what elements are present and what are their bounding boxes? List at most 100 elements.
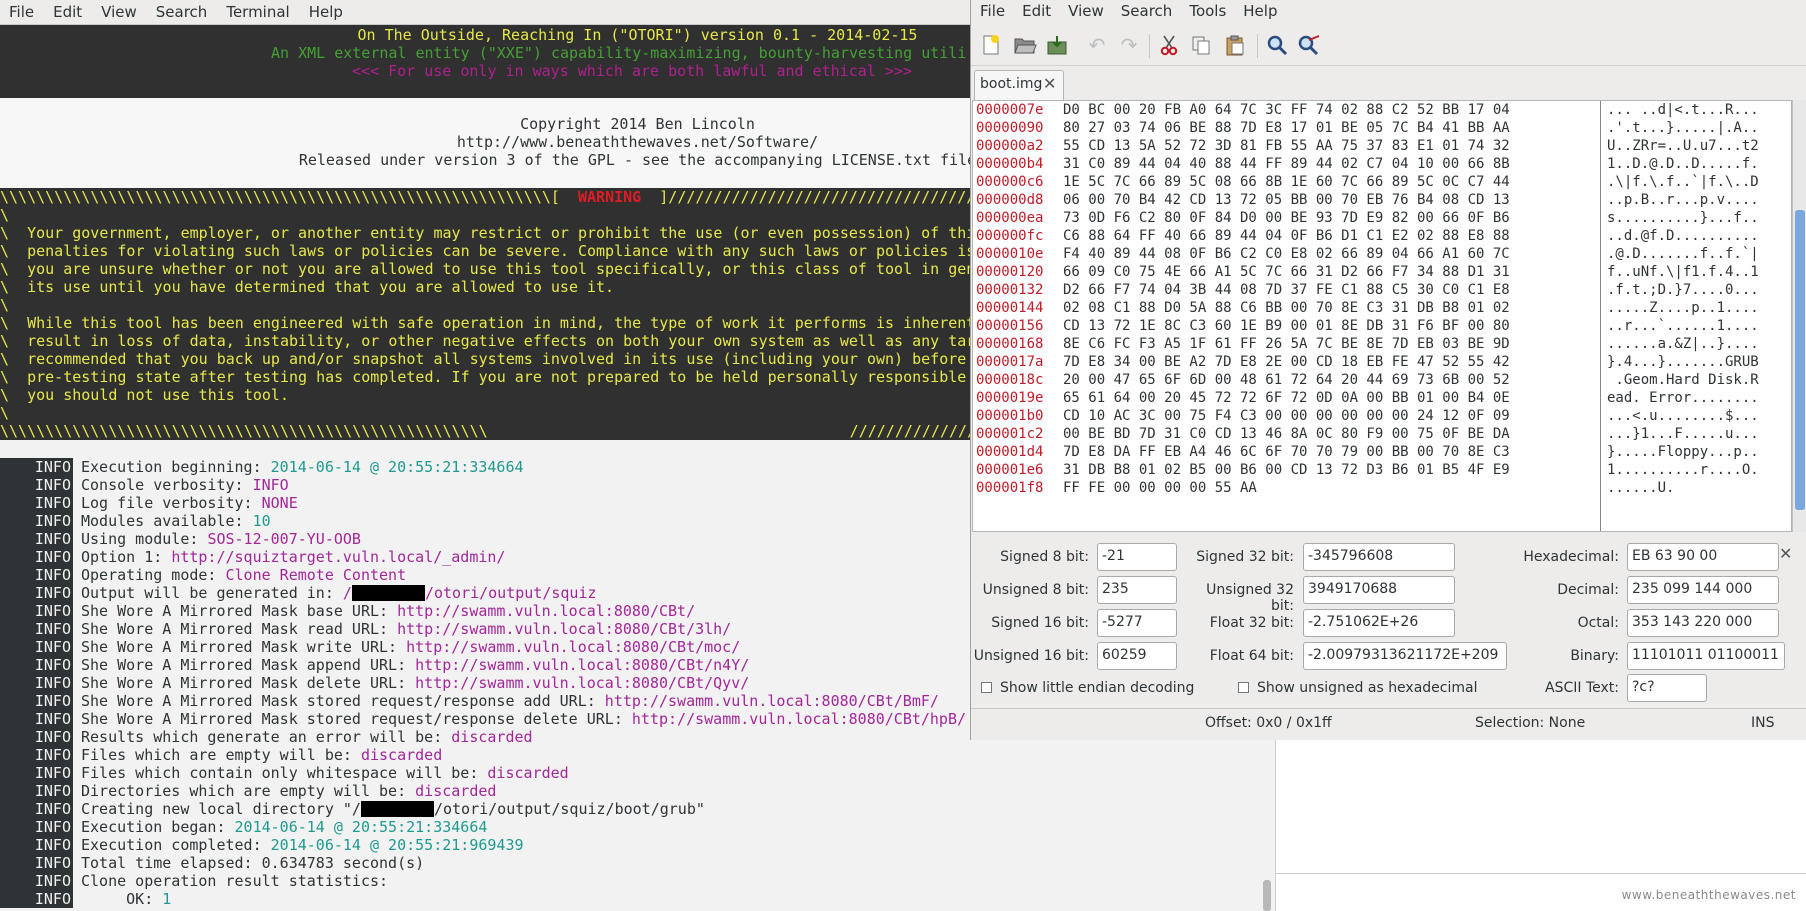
- hex-bytes[interactable]: 8E C6 FC F3 A5 1F 61 FF 26 5A 7C BE 8E 7…: [1063, 335, 1510, 353]
- cut-icon[interactable]: [1155, 31, 1183, 59]
- hex-ascii[interactable]: ......U.: [1607, 479, 1674, 497]
- unsigned16-field[interactable]: 60259: [1097, 642, 1177, 670]
- hex-scrollbar[interactable]: [1792, 100, 1806, 532]
- hex-bytes[interactable]: 55 CD 13 5A 52 72 3D 81 FB 55 AA 75 37 8…: [1063, 137, 1510, 155]
- float64-field[interactable]: -2.00979313621172E+209: [1303, 642, 1507, 670]
- hex-row[interactable]: 000000fc C6 88 64 FF 40 66 89 44 04 0F B6…: [973, 227, 1791, 245]
- hex-ascii[interactable]: }.....Floppy...p..: [1607, 443, 1759, 461]
- hex-row[interactable]: 000001e6 31 DB B8 01 02 B5 00 B6 00 CD 13…: [973, 461, 1791, 479]
- hex-ascii[interactable]: f..uNf.\|f1.f.4..1: [1607, 263, 1759, 281]
- hex-ascii[interactable]: s..........}...f..: [1607, 209, 1759, 227]
- signed16-field[interactable]: -5277: [1097, 609, 1177, 637]
- octal-field[interactable]: 353 143 220 000: [1627, 609, 1779, 637]
- hex-field[interactable]: EB 63 90 00: [1627, 543, 1779, 571]
- new-file-icon[interactable]: [977, 31, 1005, 59]
- hex-row[interactable]: 00000090 80 27 03 74 06 BE 88 7D E8 17 01…: [973, 119, 1791, 137]
- hex-row[interactable]: 000000ea 73 0D F6 C2 80 0F 84 D0 00 BE 93…: [973, 209, 1791, 227]
- hex-bytes[interactable]: 31 DB B8 01 02 B5 00 B6 00 CD 13 72 D3 B…: [1063, 461, 1510, 479]
- hex-bytes[interactable]: 7D E8 34 00 BE A2 7D E8 2E 00 CD 18 EB F…: [1063, 353, 1510, 371]
- hex-bytes[interactable]: 73 0D F6 C2 80 0F 84 D0 00 BE 93 7D E9 8…: [1063, 209, 1510, 227]
- hex-row[interactable]: 000001c2 00 BE BD 7D 31 C0 CD 13 46 8A 0C…: [973, 425, 1791, 443]
- close-icon[interactable]: ✕: [1043, 74, 1056, 93]
- hex-bytes[interactable]: 66 09 C0 75 4E 66 A1 5C 7C 66 31 D2 66 F…: [1063, 263, 1510, 281]
- undo-icon[interactable]: ↶: [1083, 31, 1111, 59]
- hex-ascii[interactable]: ..p.B..r...p.v....: [1607, 191, 1759, 209]
- hex-bytes[interactable]: 65 61 64 00 20 45 72 72 6F 72 0D 0A 00 B…: [1063, 389, 1510, 407]
- unsigned8-field[interactable]: 235: [1097, 576, 1177, 604]
- hex-bytes[interactable]: F4 40 89 44 08 0F B6 C2 C0 E8 02 66 89 0…: [1063, 245, 1510, 263]
- hex-ascii[interactable]: .Geom.Hard Disk.R: [1607, 371, 1758, 389]
- terminal-scrollbar[interactable]: [1263, 880, 1271, 911]
- hex-ascii[interactable]: ... ..d|<.t...R...: [1607, 101, 1759, 119]
- signed8-field[interactable]: -21: [1097, 543, 1177, 571]
- hex-row[interactable]: 0000010e F4 40 89 44 08 0F B6 C2 C0 E8 02…: [973, 245, 1791, 263]
- hex-scrollbar-thumb[interactable]: [1795, 210, 1805, 510]
- hex-bytes[interactable]: D0 BC 00 20 FB A0 64 7C 3C FF 74 02 88 C…: [1063, 101, 1510, 119]
- hex-bytes[interactable]: 1E 5C 7C 66 89 5C 08 66 8B 1E 60 7C 66 8…: [1063, 173, 1510, 191]
- hex-row[interactable]: 000000c6 1E 5C 7C 66 89 5C 08 66 8B 1E 60…: [973, 173, 1791, 191]
- hex-menu-tools[interactable]: Tools: [1180, 0, 1234, 24]
- hex-row[interactable]: 00000144 02 08 C1 88 D0 5A 88 C6 BB 00 70…: [973, 299, 1791, 317]
- hex-bytes[interactable]: FF FE 00 00 00 00 55 AA: [1063, 479, 1257, 497]
- hex-row[interactable]: 000001f8 FF FE 00 00 00 00 55 AA ......U.: [973, 479, 1791, 497]
- close-icon[interactable]: ✕: [1779, 544, 1792, 563]
- hex-ascii[interactable]: ...}1...F.....u...: [1607, 425, 1759, 443]
- hex-bytes[interactable]: 00 BE BD 7D 31 C0 CD 13 46 8A 0C 80 F9 0…: [1063, 425, 1510, 443]
- hex-row[interactable]: 0000018c 20 00 47 65 6F 6D 00 48 61 72 64…: [973, 371, 1791, 389]
- hex-ascii[interactable]: 1..D.@.D..D.....f.: [1607, 155, 1759, 173]
- hex-ascii[interactable]: }.4...}.......GRUB: [1607, 353, 1759, 371]
- hex-menu-search[interactable]: Search: [1112, 0, 1181, 24]
- hex-ascii[interactable]: .'.t...}.....|.A..: [1607, 119, 1759, 137]
- hex-menu-view[interactable]: View: [1059, 0, 1112, 24]
- hex-bytes[interactable]: D2 66 F7 74 04 3B 44 08 7D 37 FE C1 88 C…: [1063, 281, 1510, 299]
- copy-icon[interactable]: [1187, 31, 1215, 59]
- hex-row[interactable]: 0000019e 65 61 64 00 20 45 72 72 6F 72 0D…: [973, 389, 1791, 407]
- hex-row[interactable]: 000001b0 CD 10 AC 3C 00 75 F4 C3 00 00 00…: [973, 407, 1791, 425]
- hex-bytes[interactable]: CD 13 72 1E 8C C3 60 1E B9 00 01 8E DB 3…: [1063, 317, 1510, 335]
- terminal-menu-file[interactable]: File: [0, 0, 44, 25]
- hex-ascii[interactable]: 1..........r....O.: [1607, 461, 1759, 479]
- unsigned-hex-checkbox[interactable]: Show unsigned as hexadecimal: [1238, 680, 1478, 696]
- hex-row[interactable]: 000000b4 31 C0 89 44 04 40 88 44 FF 89 44…: [973, 155, 1791, 173]
- save-icon[interactable]: [1043, 31, 1071, 59]
- signed32-field[interactable]: -345796608: [1303, 543, 1455, 571]
- hex-ascii[interactable]: .@.D.......f..f.`|: [1607, 245, 1759, 263]
- binary-field[interactable]: 11101011 01100011: [1627, 642, 1785, 670]
- hex-menu-edit[interactable]: Edit: [1013, 0, 1059, 24]
- hex-bytes[interactable]: C6 88 64 FF 40 66 89 44 04 0F B6 D1 C1 E…: [1063, 227, 1510, 245]
- hex-bytes[interactable]: 06 00 70 B4 42 CD 13 72 05 BB 00 70 EB 7…: [1063, 191, 1510, 209]
- little-endian-checkbox[interactable]: Show little endian decoding: [981, 680, 1194, 696]
- float32-field[interactable]: -2.751062E+26: [1303, 609, 1455, 637]
- hex-row[interactable]: 00000168 8E C6 FC F3 A5 1F 61 FF 26 5A 7C…: [973, 335, 1791, 353]
- hex-ascii[interactable]: ead. Error........: [1607, 389, 1759, 407]
- hex-row[interactable]: 0000007e D0 BC 00 20 FB A0 64 7C 3C FF 74…: [973, 101, 1791, 119]
- hex-row[interactable]: 000000a2 55 CD 13 5A 52 72 3D 81 FB 55 AA…: [973, 137, 1791, 155]
- hex-row[interactable]: 000001d4 7D E8 DA FF EB A4 46 6C 6F 70 70…: [973, 443, 1791, 461]
- hex-row[interactable]: 00000120 66 09 C0 75 4E 66 A1 5C 7C 66 31…: [973, 263, 1791, 281]
- hex-view[interactable]: 0000007e D0 BC 00 20 FB A0 64 7C 3C FF 74…: [972, 100, 1792, 532]
- hex-ascii[interactable]: .....Z....p..1....: [1607, 299, 1759, 317]
- terminal-menu-search[interactable]: Search: [147, 0, 218, 25]
- hex-ascii[interactable]: ..r...`......1....: [1607, 317, 1759, 335]
- paste-icon[interactable]: [1221, 31, 1249, 59]
- hex-bytes[interactable]: 31 C0 89 44 04 40 88 44 FF 89 44 02 C7 0…: [1063, 155, 1510, 173]
- hex-ascii[interactable]: ..d.@f.D..........: [1607, 227, 1759, 245]
- hex-row[interactable]: 00000132 D2 66 F7 74 04 3B 44 08 7D 37 FE…: [973, 281, 1791, 299]
- hex-ascii[interactable]: ...<.u........$...: [1607, 407, 1759, 425]
- hex-bytes[interactable]: 20 00 47 65 6F 6D 00 48 61 72 64 20 44 6…: [1063, 371, 1510, 389]
- hex-bytes[interactable]: 02 08 C1 88 D0 5A 88 C6 BB 00 70 8E C3 3…: [1063, 299, 1510, 317]
- decimal-field[interactable]: 235 099 144 000: [1627, 576, 1779, 604]
- hex-ascii[interactable]: .\|f.\.f..`|f.\..D: [1607, 173, 1759, 191]
- redo-icon[interactable]: ↷: [1115, 31, 1143, 59]
- ascii-field[interactable]: ?c?: [1627, 674, 1707, 702]
- hex-bytes[interactable]: CD 10 AC 3C 00 75 F4 C3 00 00 00 00 00 0…: [1063, 407, 1510, 425]
- hex-menu-file[interactable]: File: [971, 0, 1013, 24]
- hex-bytes[interactable]: 80 27 03 74 06 BE 88 7D E8 17 01 BE 05 7…: [1063, 119, 1510, 137]
- find-icon[interactable]: [1263, 31, 1291, 59]
- replace-icon[interactable]: [1295, 31, 1323, 59]
- open-icon[interactable]: [1011, 31, 1039, 59]
- hex-ascii[interactable]: ......a.&Z|..}....: [1607, 335, 1759, 353]
- unsigned32-field[interactable]: 3949170688: [1303, 576, 1455, 604]
- hex-row[interactable]: 00000156 CD 13 72 1E 8C C3 60 1E B9 00 01…: [973, 317, 1791, 335]
- terminal-menu-help[interactable]: Help: [300, 0, 353, 25]
